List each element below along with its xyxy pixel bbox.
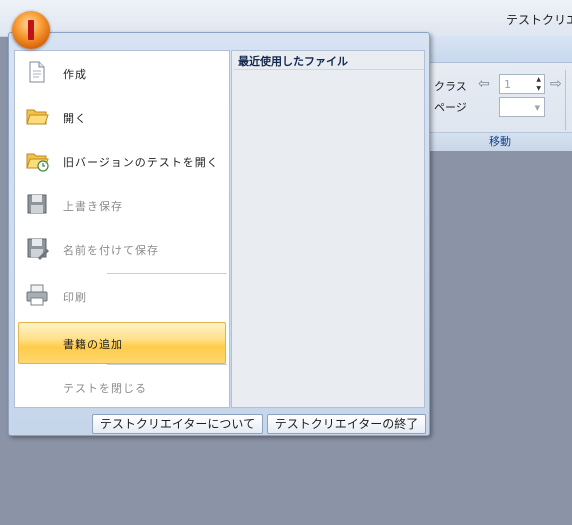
document-icon (29, 61, 45, 83)
application-menu: 作成 開く 旧バージョンのテストを開く 上書き保存 名前を付けて保存 印刷 書籍… (8, 32, 430, 436)
menu-item-label: 開く (63, 112, 87, 125)
folder-icon (26, 109, 49, 125)
save-icon (27, 194, 47, 214)
menu-item-label: 上書き保存 (63, 200, 123, 213)
window-title: テストクリエ (506, 13, 572, 27)
ribbon-tab-strip (428, 36, 572, 63)
menu-item-close-test[interactable]: テストを閉じる (15, 365, 229, 409)
app-logo-icon (28, 20, 34, 40)
class-label: クラス (434, 80, 467, 93)
menu-item-label: 名前を付けて保存 (63, 244, 159, 257)
printer-icon (26, 284, 48, 306)
spinner-up-icon[interactable]: ▲ (536, 77, 541, 83)
class-spinner[interactable]: 1 ▲ ▼ (499, 74, 545, 94)
menu-item-label: 旧バージョンのテストを開く (63, 156, 219, 169)
menu-item-save-as[interactable]: 名前を付けて保存 (15, 227, 229, 271)
page-label: ページ (434, 101, 467, 114)
recent-files-pane: 最近使用したファイル (231, 50, 425, 408)
next-arrow-icon[interactable]: ⇨ (550, 77, 562, 91)
folder-legacy-icon (26, 153, 49, 172)
application-menu-header (9, 33, 429, 49)
application-orb-button[interactable] (12, 11, 50, 49)
menu-item-open-legacy[interactable]: 旧バージョンのテストを開く (15, 139, 229, 183)
menu-item-label: 作成 (63, 68, 87, 81)
previous-arrow-icon[interactable]: ⇦ (478, 77, 490, 91)
chevron-down-icon[interactable]: ▼ (535, 104, 540, 112)
class-spinner-value: 1 (504, 78, 511, 91)
menu-item-save[interactable]: 上書き保存 (15, 183, 229, 227)
menu-command-list: 作成 開く 旧バージョンのテストを開く 上書き保存 名前を付けて保存 印刷 書籍… (14, 50, 230, 408)
menu-item-print[interactable]: 印刷 (15, 274, 229, 318)
ribbon-group-label: 移動 (428, 132, 572, 151)
exit-button[interactable]: テストクリエイターの終了 (267, 414, 426, 434)
about-button[interactable]: テストクリエイターについて (92, 414, 263, 434)
menu-item-label: 印刷 (63, 291, 87, 304)
save-as-icon (27, 238, 49, 260)
spinner-down-icon[interactable]: ▼ (536, 86, 541, 92)
recent-files-title: 最近使用したファイル (234, 53, 424, 70)
page-combo[interactable]: ▼ (499, 97, 545, 117)
menu-item-label: 書籍の追加 (63, 338, 123, 351)
menu-item-label: テストを閉じる (63, 382, 147, 395)
menu-item-new[interactable]: 作成 (15, 51, 229, 95)
menu-item-open[interactable]: 開く (15, 95, 229, 139)
group-separator (565, 70, 566, 130)
menu-item-add-book[interactable]: 書籍の追加 (18, 322, 226, 364)
